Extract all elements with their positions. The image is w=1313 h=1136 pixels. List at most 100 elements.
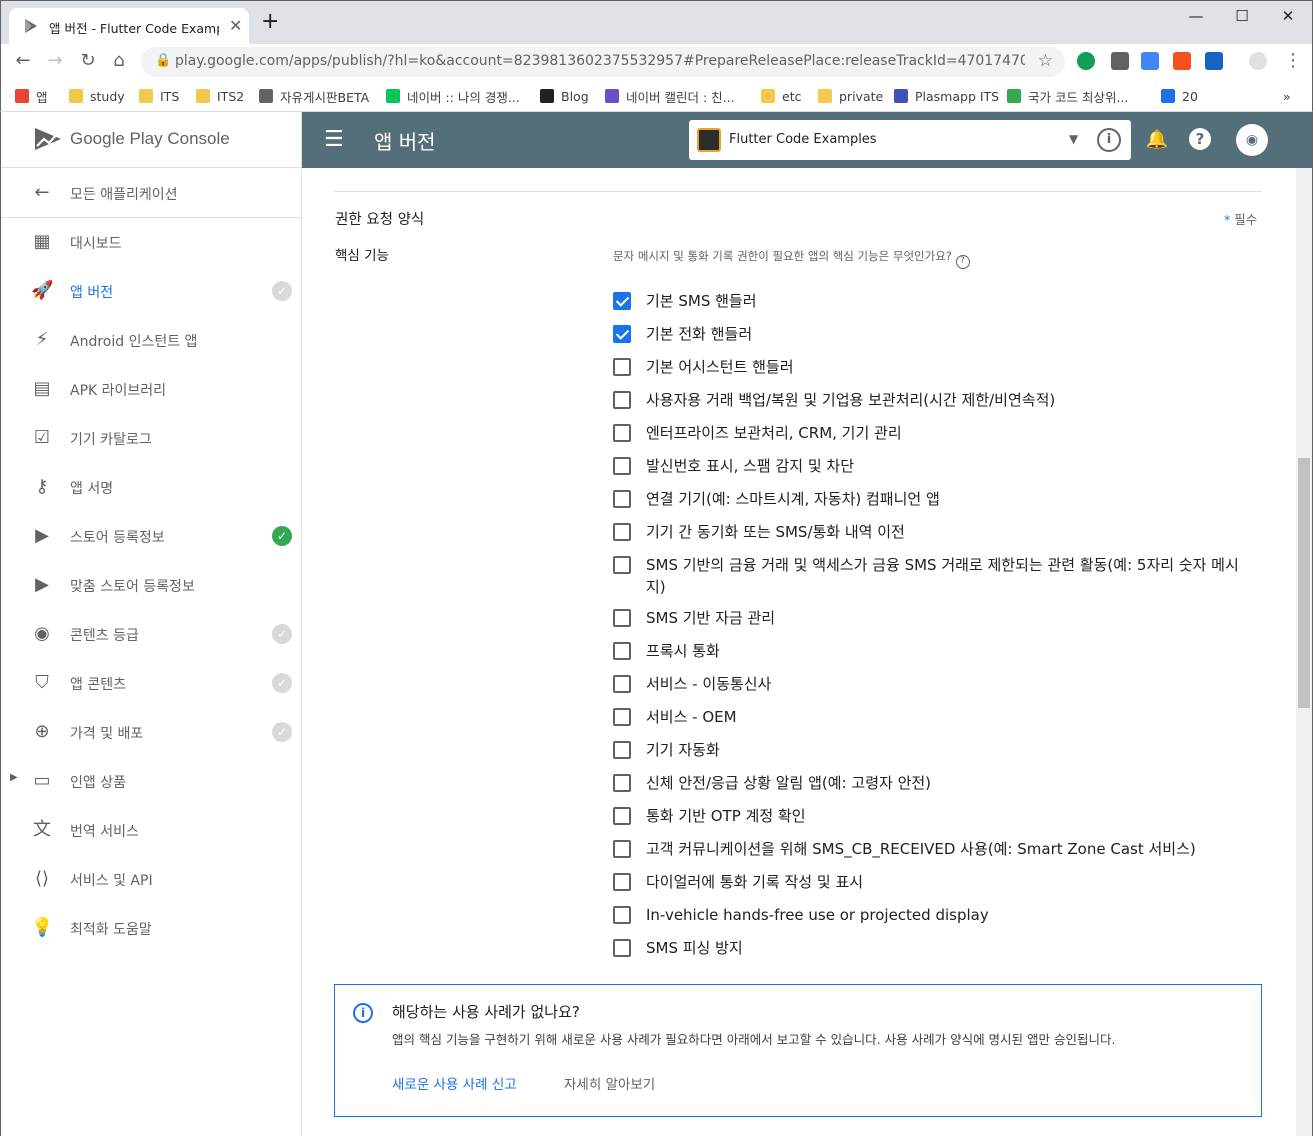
- bookmark-item[interactable]: Blog: [540, 85, 589, 107]
- report-use-case-link[interactable]: 새로운 사용 사례 신고: [392, 1073, 517, 1093]
- option-label[interactable]: 서비스 - OEM: [646, 706, 1246, 728]
- option-label[interactable]: 고객 커뮤니케이션을 위해 SMS_CB_RECEIVED 사용(예: Smar…: [646, 838, 1246, 860]
- sidebar-item[interactable]: ▶ 맞춤 스토어 등록정보: [1, 561, 302, 610]
- option-checkbox[interactable]: [613, 457, 631, 475]
- chevron-down-icon[interactable]: ▼: [1069, 132, 1078, 146]
- bookmarks-more-icon[interactable]: »: [1283, 85, 1291, 107]
- new-tab-button[interactable]: +: [261, 11, 279, 33]
- bookmark-item[interactable]: Plasmapp ITS: [894, 85, 999, 107]
- extension-player-icon[interactable]: [1205, 52, 1223, 70]
- bookmark-item[interactable]: 앱: [15, 85, 48, 107]
- bookmark-item[interactable]: ITS: [139, 85, 179, 107]
- sidebar-item[interactable]: ▤ APK 라이브러리: [1, 365, 302, 414]
- option-checkbox[interactable]: [613, 642, 631, 660]
- option-label[interactable]: 엔터프라이즈 보관처리, CRM, 기기 관리: [646, 422, 1246, 444]
- option-label[interactable]: 연결 기기(예: 스마트시계, 자동차) 컴패니언 앱: [646, 488, 1246, 510]
- option-checkbox[interactable]: [613, 741, 631, 759]
- option-checkbox[interactable]: [613, 424, 631, 442]
- bookmark-item[interactable]: etc: [761, 85, 801, 107]
- option-label[interactable]: 프록시 통화: [646, 640, 1246, 662]
- sidebar-item[interactable]: 文 번역 서비스: [1, 806, 302, 855]
- reload-icon[interactable]: ↻: [76, 50, 100, 71]
- sidebar-item[interactable]: ▶ ▭ 인앱 상품: [1, 757, 302, 806]
- bookmark-item[interactable]: 네이버 캘린더 : 친...: [605, 85, 735, 107]
- option-label[interactable]: 기기 자동화: [646, 739, 1246, 761]
- option-checkbox[interactable]: [613, 840, 631, 858]
- option-checkbox[interactable]: [613, 358, 631, 376]
- option-label[interactable]: 기본 전화 핸들러: [646, 323, 1246, 345]
- sidebar-item[interactable]: ▦ 대시보드: [1, 218, 302, 267]
- bookmark-item[interactable]: 네이버 :: 나의 경쟁...: [386, 85, 520, 107]
- option-checkbox[interactable]: [613, 325, 631, 343]
- sidebar-item[interactable]: ⊕ 가격 및 배포 ✓: [1, 708, 302, 757]
- option-checkbox[interactable]: [613, 708, 631, 726]
- option-label[interactable]: 신체 안전/응급 상황 알림 앱(예: 고령자 안전): [646, 772, 1246, 794]
- bookmark-item[interactable]: ITS2: [196, 85, 244, 107]
- option-label[interactable]: 기기 간 동기화 또는 SMS/통화 내역 이전: [646, 521, 1246, 543]
- extension-translate-icon[interactable]: [1141, 52, 1159, 70]
- learn-more-link[interactable]: 자세히 알아보기: [564, 1073, 655, 1093]
- back-to-all-apps[interactable]: ← 모든 애플리케이션: [1, 169, 302, 218]
- tab-close-icon[interactable]: ✕: [229, 16, 242, 35]
- option-label[interactable]: 서비스 - 이동통신사: [646, 673, 1246, 695]
- bookmark-item[interactable]: private: [818, 85, 883, 107]
- forward-arrow-icon[interactable]: →: [43, 50, 67, 71]
- option-label[interactable]: 다이얼러에 통화 기록 작성 및 표시: [646, 871, 1246, 893]
- help-circle-icon[interactable]: ?: [955, 255, 970, 269]
- account-avatar-icon[interactable]: ◉: [1236, 124, 1268, 156]
- bell-icon[interactable]: 🔔: [1145, 128, 1169, 152]
- minimize-button[interactable]: —: [1173, 7, 1219, 25]
- bookmark-item[interactable]: 20: [1161, 85, 1198, 107]
- option-checkbox[interactable]: [613, 609, 631, 627]
- option-label[interactable]: In-vehicle hands-free use or projected d…: [646, 904, 1246, 926]
- sidebar-item[interactable]: 💡 최적화 도움말: [1, 904, 302, 953]
- option-checkbox[interactable]: [613, 490, 631, 508]
- option-label[interactable]: SMS 피싱 방지: [646, 937, 1246, 959]
- maximize-button[interactable]: ☐: [1219, 7, 1265, 25]
- expand-arrow-icon[interactable]: ▶: [10, 772, 18, 783]
- home-icon[interactable]: ⌂: [107, 50, 131, 71]
- sidebar-item[interactable]: ☑ 기기 카탈로그: [1, 414, 302, 463]
- app-selector[interactable]: Flutter Code Examples ▼ i: [689, 120, 1131, 160]
- option-label[interactable]: SMS 기반의 금융 거래 및 액세스가 금융 SMS 거래로 제한되는 관련 …: [646, 554, 1246, 598]
- option-label[interactable]: 발신번호 표시, 스팸 감지 및 차단: [646, 455, 1246, 477]
- bookmark-item[interactable]: 자유게시판BETA: [259, 85, 369, 107]
- sidebar-item[interactable]: ◉ 콘텐츠 등급 ✓: [1, 610, 302, 659]
- option-checkbox[interactable]: [613, 873, 631, 891]
- option-label[interactable]: 기본 어시스턴트 핸들러: [646, 356, 1246, 378]
- help-icon[interactable]: ?: [1189, 128, 1211, 150]
- info-icon[interactable]: i: [1097, 128, 1121, 152]
- option-label[interactable]: SMS 기반 자금 관리: [646, 607, 1246, 629]
- profile-avatar-icon[interactable]: [1249, 52, 1267, 70]
- bookmark-item[interactable]: 국가 코드 최상위...: [1007, 85, 1128, 107]
- option-checkbox[interactable]: [613, 523, 631, 541]
- bookmark-star-icon[interactable]: ☆: [1038, 51, 1053, 71]
- option-checkbox[interactable]: [613, 292, 631, 310]
- browser-menu-icon[interactable]: ⋮: [1281, 50, 1305, 71]
- option-checkbox[interactable]: [613, 807, 631, 825]
- extension-eyedropper-icon[interactable]: [1111, 52, 1129, 70]
- play-console-logo[interactable]: Google Play Console: [1, 112, 302, 168]
- extension-green-icon[interactable]: [1077, 52, 1095, 70]
- option-checkbox[interactable]: [613, 556, 631, 574]
- option-checkbox[interactable]: [613, 906, 631, 924]
- page-scrollbar[interactable]: [1296, 168, 1313, 1136]
- option-checkbox[interactable]: [613, 939, 631, 957]
- close-window-button[interactable]: ✕: [1265, 7, 1311, 25]
- address-bar[interactable]: 🔒 play.google.com/apps/publish/?hl=ko&ac…: [141, 47, 1065, 77]
- option-label[interactable]: 기본 SMS 핸들러: [646, 290, 1246, 312]
- sidebar-item[interactable]: ⟨⟩ 서비스 및 API: [1, 855, 302, 904]
- option-label[interactable]: 사용자용 거래 백업/복원 및 기업용 보관처리(시간 제한/비연속적): [646, 389, 1246, 411]
- option-checkbox[interactable]: [613, 675, 631, 693]
- sidebar-item[interactable]: ⚷ 앱 서명: [1, 463, 302, 512]
- sidebar-item[interactable]: ▶ 스토어 등록정보 ✓: [1, 512, 302, 561]
- back-arrow-icon[interactable]: ←: [11, 50, 35, 71]
- scrollbar-thumb[interactable]: [1298, 458, 1310, 708]
- extension-ex-icon[interactable]: [1173, 52, 1191, 70]
- bookmark-item[interactable]: study: [69, 85, 125, 107]
- sidebar-item[interactable]: 🚀 앱 버전 ✓: [1, 267, 302, 316]
- option-label[interactable]: 통화 기반 OTP 계정 확인: [646, 805, 1246, 827]
- sidebar-item[interactable]: ⛉ 앱 콘텐츠 ✓: [1, 659, 302, 708]
- sidebar-item[interactable]: ⚡ Android 인스턴트 앱: [1, 316, 302, 365]
- hamburger-menu-icon[interactable]: ☰: [324, 127, 344, 152]
